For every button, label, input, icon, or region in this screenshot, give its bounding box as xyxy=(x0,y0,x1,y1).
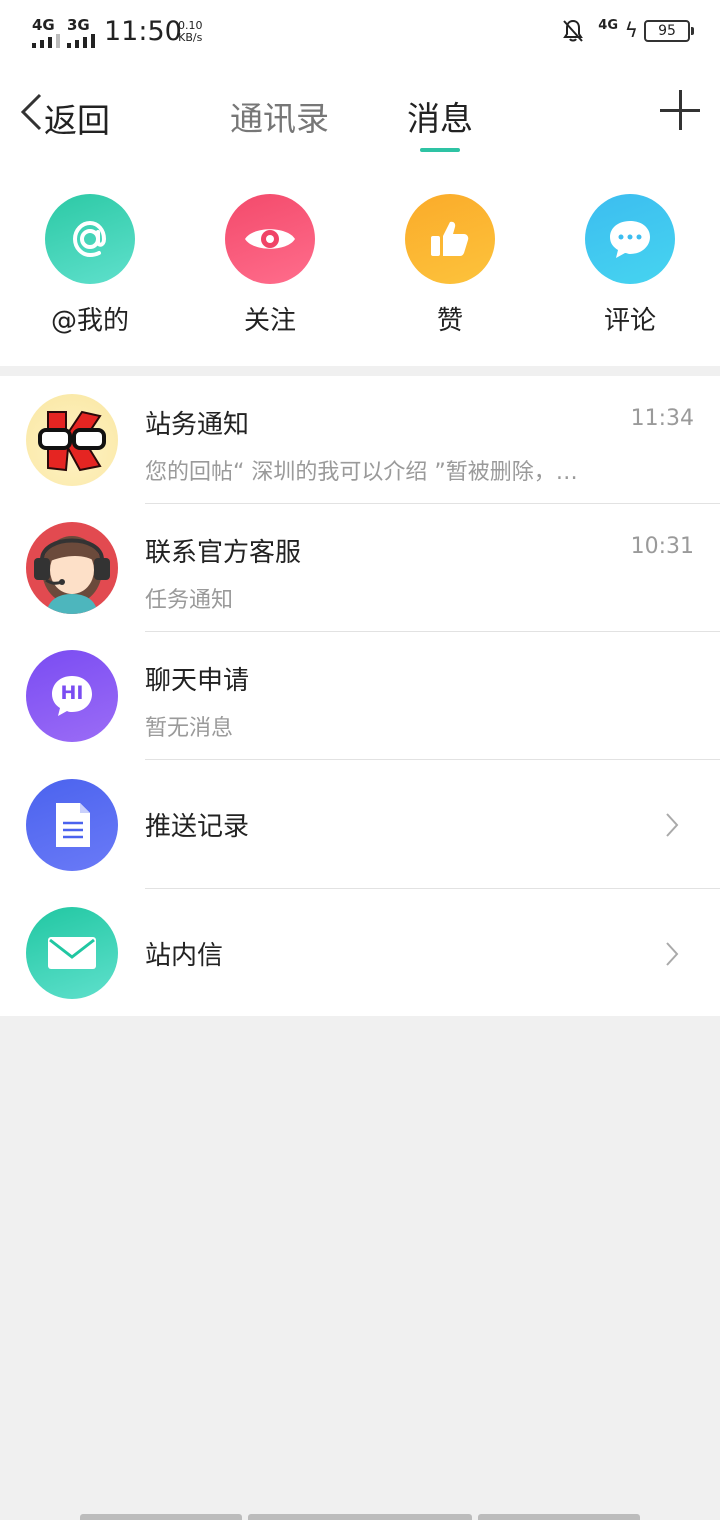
quick-follow[interactable]: 关注 xyxy=(180,194,360,344)
message-title: 站务通知 xyxy=(145,410,250,440)
chevron-right-icon xyxy=(666,942,679,966)
tab-contacts[interactable]: 通讯录 xyxy=(230,92,329,140)
message-preview: 您的回帖“ 深圳的我可以介绍 ”暂被删除，… xyxy=(145,460,578,485)
eye-icon xyxy=(225,194,315,284)
message-preview: 任务通知 xyxy=(145,588,234,613)
clock: 11:50 xyxy=(104,16,182,47)
chevron-right-icon xyxy=(666,813,679,837)
notification-off-icon xyxy=(563,19,583,42)
quick-mentions[interactable]: @我的 xyxy=(0,194,180,344)
add-button[interactable] xyxy=(660,90,700,130)
charging-icon: ϟ xyxy=(624,18,638,42)
chat-request-icon: HI xyxy=(26,650,118,742)
sim2-type: 3G xyxy=(67,16,90,34)
quick-actions: @我的 关注 赞 评论 xyxy=(0,194,720,344)
list-item-push-history[interactable]: 推送记录 xyxy=(0,760,720,888)
battery-level: 95 xyxy=(644,20,694,42)
quick-likes-label: 赞 xyxy=(436,306,463,336)
comment-icon xyxy=(585,194,675,284)
document-icon xyxy=(26,779,118,871)
speed-unit: KB/s xyxy=(178,31,203,44)
back-label: 返回 xyxy=(44,101,110,140)
avatar xyxy=(26,394,118,486)
top-nav: 返回 通讯录 消息 xyxy=(0,80,720,160)
gesture-bar[interactable] xyxy=(478,1514,640,1520)
chat-badge: HI xyxy=(60,682,84,704)
gesture-bar[interactable] xyxy=(80,1514,242,1520)
sim1-type: 4G xyxy=(32,16,55,34)
message-preview: 暂无消息 xyxy=(145,716,234,741)
message-time: 11:34 xyxy=(630,406,694,431)
message-title: 联系官方客服 xyxy=(145,538,302,568)
chevron-left-icon xyxy=(20,93,42,131)
link-title: 站内信 xyxy=(145,941,224,971)
signal-bars-icon xyxy=(32,34,62,48)
link-title: 推送记录 xyxy=(145,812,250,842)
network-type: 4G xyxy=(598,18,618,33)
list-item[interactable]: HI 聊天申请 暂无消息 xyxy=(0,632,720,760)
quick-follow-label: 关注 xyxy=(243,306,296,336)
message-list: 站务通知 11:34 您的回帖“ 深圳的我可以介绍 ”暂被删除，… 联系官方客服… xyxy=(0,376,720,1016)
gesture-bar[interactable] xyxy=(248,1514,472,1520)
avatar xyxy=(26,522,118,614)
status-icons: 4G ϟ 95 xyxy=(530,18,694,46)
status-bar: 4G 3G 11:50 0.10 KB/s 4G ϟ 95 xyxy=(0,0,720,66)
list-item[interactable]: 站务通知 11:34 您的回帖“ 深圳的我可以介绍 ”暂被删除，… xyxy=(0,376,720,504)
quick-likes[interactable]: 赞 xyxy=(360,194,540,344)
message-title: 聊天申请 xyxy=(145,666,250,696)
quick-comments[interactable]: 评论 xyxy=(540,194,720,344)
network-speed: 0.10 KB/s xyxy=(178,20,203,44)
quick-comments-label: 评论 xyxy=(603,306,656,336)
list-item-site-mail[interactable]: 站内信 xyxy=(0,889,720,1017)
mail-icon xyxy=(26,907,118,999)
list-item[interactable]: 联系官方客服 10:31 任务通知 xyxy=(0,504,720,632)
signal-bars-icon xyxy=(67,34,97,48)
active-tab-indicator xyxy=(420,148,460,152)
quick-mentions-label: @我的 xyxy=(50,306,129,336)
message-time: 10:31 xyxy=(630,534,694,559)
tab-messages[interactable]: 消息 xyxy=(407,92,473,140)
thumbs-up-icon xyxy=(405,194,495,284)
at-icon xyxy=(45,194,135,284)
